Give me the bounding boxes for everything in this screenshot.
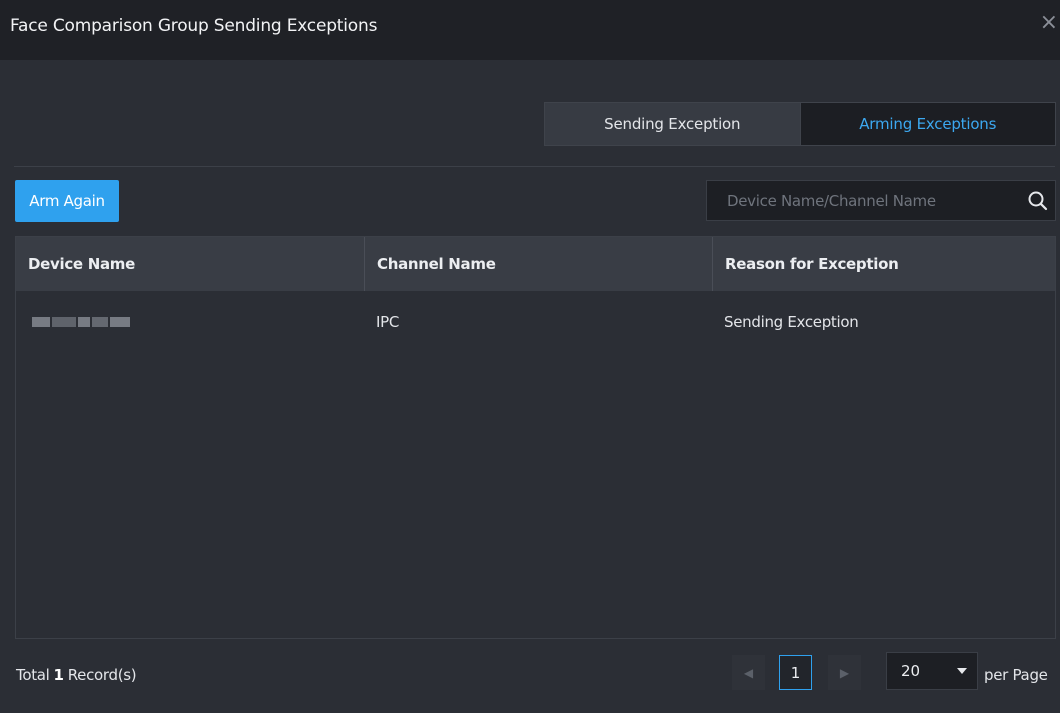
- search-icon[interactable]: [1027, 190, 1049, 212]
- column-header-channel-name[interactable]: Channel Name: [364, 237, 712, 291]
- column-header-reason[interactable]: Reason for Exception: [712, 237, 1055, 291]
- total-suffix: Record(s): [67, 666, 137, 684]
- search-box: [706, 180, 1056, 221]
- total-records: Total 1 Record(s): [16, 666, 137, 684]
- redacted-device-name: [32, 317, 130, 327]
- section-divider: [14, 166, 1055, 167]
- cell-channel-name: IPC: [376, 313, 400, 331]
- tab-arming-exceptions[interactable]: Arming Exceptions: [800, 102, 1056, 146]
- arm-again-button[interactable]: Arm Again: [15, 180, 119, 222]
- total-count: 1: [53, 666, 64, 684]
- page-size-value: 20: [901, 662, 921, 680]
- dialog-title: Face Comparison Group Sending Exceptions: [10, 16, 378, 36]
- tab-sending-exception[interactable]: Sending Exception: [544, 102, 801, 146]
- next-page-icon[interactable]: ▶: [828, 655, 861, 690]
- dialog-titlebar: Face Comparison Group Sending Exceptions…: [0, 0, 1060, 60]
- table-header: Device Name Channel Name Reason for Exce…: [16, 237, 1055, 291]
- prev-page-icon[interactable]: ◀: [732, 655, 765, 690]
- per-page-label: per Page: [984, 666, 1048, 684]
- search-input[interactable]: [707, 181, 1012, 220]
- total-prefix: Total: [16, 666, 50, 684]
- dropdown-caret-icon: [957, 668, 967, 674]
- page-size-select[interactable]: 20: [886, 652, 978, 690]
- column-header-device-name[interactable]: Device Name: [16, 237, 364, 291]
- cell-device-name: [16, 291, 364, 353]
- close-icon[interactable]: ×: [1040, 10, 1058, 35]
- current-page-button[interactable]: 1: [779, 655, 812, 690]
- table-row[interactable]: IPC Sending Exception: [16, 291, 1055, 353]
- tab-bar: Sending Exception Arming Exceptions: [544, 102, 1056, 146]
- cell-reason: Sending Exception: [724, 313, 859, 331]
- exceptions-table: Device Name Channel Name Reason for Exce…: [15, 236, 1056, 639]
- exceptions-dialog: Face Comparison Group Sending Exceptions…: [0, 0, 1060, 713]
